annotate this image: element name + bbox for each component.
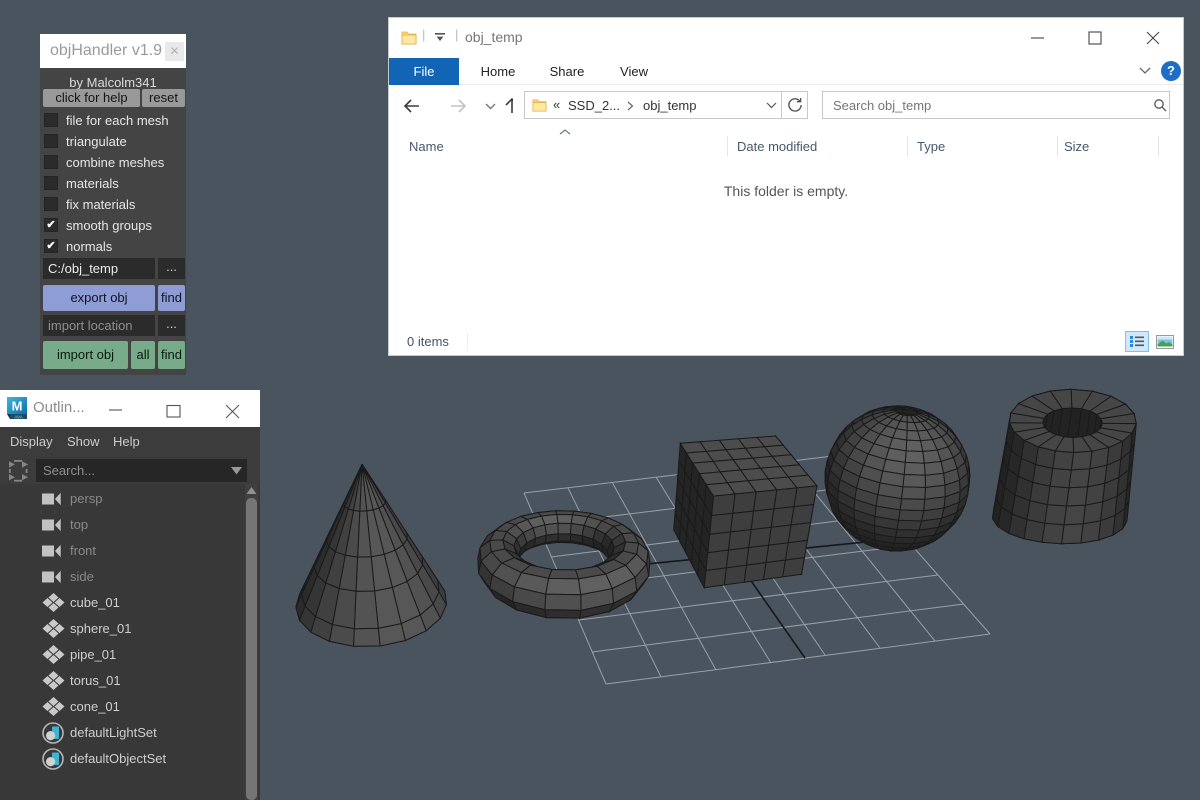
svg-text:AVA: AVA (14, 415, 22, 420)
svg-text:M: M (12, 399, 23, 414)
